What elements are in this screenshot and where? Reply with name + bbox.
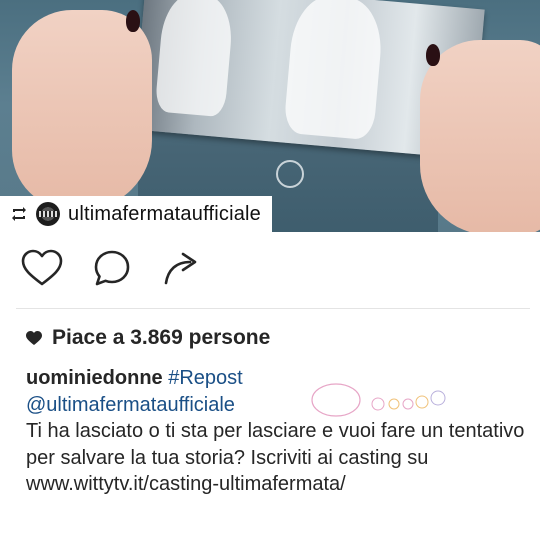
caption-username[interactable]: uominiedonne: [26, 367, 163, 389]
right-hand: [420, 40, 540, 232]
likes-text: Piace a 3.869 persone: [52, 326, 271, 349]
caption-body: Ti ha lasciato o ti sta per lasciare e v…: [26, 420, 525, 495]
caption-hashtag[interactable]: #Repost: [168, 367, 243, 389]
divider: [16, 308, 530, 309]
likes-count[interactable]: Piace a 3.869 persone: [26, 326, 270, 350]
left-hand: [12, 10, 152, 210]
right-thumb-nail: [426, 44, 440, 66]
photo-figure-woman: [154, 0, 235, 118]
heart-icon[interactable]: [20, 248, 64, 288]
caption-mention[interactable]: @ultimafermataufficiale: [26, 394, 235, 416]
left-thumb-nail: [126, 10, 140, 32]
comment-icon[interactable]: [92, 248, 132, 288]
avatar[interactable]: [36, 202, 60, 226]
repost-icon: [12, 207, 26, 221]
watermark-logo: [311, 383, 446, 417]
phone-home-button: [276, 160, 304, 188]
photo-figure-man: [283, 0, 386, 141]
action-bar: [0, 248, 540, 292]
repost-tag[interactable]: ultimafermataufficiale: [0, 196, 272, 232]
share-icon[interactable]: [162, 248, 202, 288]
heart-filled-icon: [26, 330, 42, 345]
repost-username[interactable]: ultimafermataufficiale: [68, 203, 261, 226]
